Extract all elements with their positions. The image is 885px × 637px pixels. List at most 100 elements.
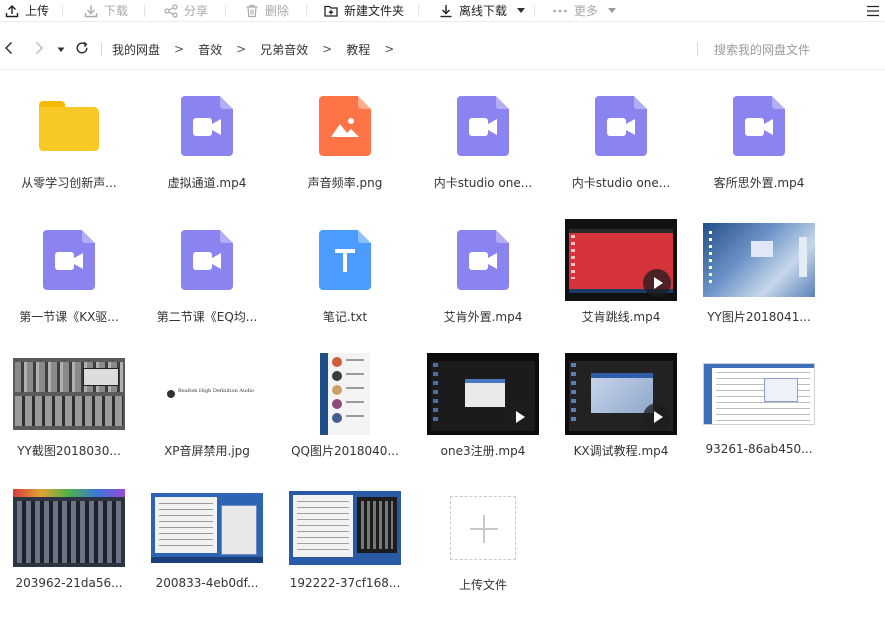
file-item-image[interactable]: 200833-4eb0df...: [138, 482, 276, 612]
image-thumbnail: [151, 493, 263, 563]
refresh-button[interactable]: [74, 41, 90, 57]
breadcrumb-separator: >: [236, 42, 247, 56]
file-name: 内卡studio one...: [571, 176, 671, 190]
share-button[interactable]: 分享: [164, 0, 208, 22]
file-name: 192222-37cf168...: [289, 576, 401, 590]
folder-icon: [39, 101, 99, 151]
image-file-icon: [319, 96, 371, 156]
offline-download-label: 离线下载: [459, 4, 508, 18]
file-name: 艾肯外置.mp4: [443, 310, 523, 324]
nav-divider: [101, 42, 102, 56]
toolbar-divider: [62, 5, 63, 17]
file-item-image[interactable]: YY截图2018030...: [0, 348, 138, 478]
file-item-video[interactable]: KX调试教程.mp4: [552, 348, 690, 478]
download-button[interactable]: 下载: [84, 0, 128, 22]
offline-download-button[interactable]: 离线下载: [439, 0, 526, 22]
breadcrumb-separator: >: [384, 42, 395, 56]
delete-button[interactable]: 删除: [245, 0, 289, 22]
toolbar: 上传 下载 分享 删除 新建文件夹 离线下载 更多: [0, 0, 885, 22]
breadcrumb-item[interactable]: 音效: [198, 41, 222, 58]
file-name: QQ图片2018040...: [291, 444, 399, 458]
breadcrumb-separator: >: [322, 42, 333, 56]
upload-button[interactable]: 上传: [5, 0, 49, 22]
share-icon: [164, 3, 178, 18]
more-button[interactable]: 更多: [552, 0, 617, 22]
new-folder-icon: [324, 4, 338, 18]
history-dropdown[interactable]: [56, 44, 66, 54]
file-item-video[interactable]: 客所思外置.mp4: [690, 80, 828, 210]
download-icon: [84, 4, 98, 18]
file-name: XP音屏禁用.jpg: [164, 444, 250, 458]
video-file-icon: [43, 230, 95, 290]
file-item-image[interactable]: 93261-86ab450...: [690, 348, 828, 478]
search-input[interactable]: 搜索我的网盘文件: [714, 41, 810, 58]
file-name: 93261-86ab450...: [705, 442, 813, 456]
video-file-icon: [457, 230, 509, 290]
image-thumbnail: [289, 491, 401, 565]
file-item-video[interactable]: 内卡studio one...: [552, 80, 690, 210]
video-file-icon: [733, 96, 785, 156]
breadcrumb-item[interactable]: 兄弟音效: [260, 41, 308, 58]
delete-label: 删除: [265, 4, 290, 18]
breadcrumb-separator: >: [174, 42, 185, 56]
refresh-icon: [75, 41, 89, 58]
file-item-video[interactable]: 第二节课《EQ均...: [138, 214, 276, 344]
file-name: 200833-4eb0df...: [155, 576, 259, 590]
file-item-image[interactable]: 203962-21da56...: [0, 482, 138, 612]
toolbar-divider: [306, 5, 307, 17]
more-label: 更多: [574, 4, 599, 18]
chevron-right-icon: [34, 41, 44, 58]
breadcrumb: 我的网盘 > 音效 > 兄弟音效 > 教程 >: [112, 28, 408, 70]
new-folder-button[interactable]: 新建文件夹: [324, 0, 404, 22]
chevron-left-icon: [4, 41, 14, 58]
file-item-video[interactable]: 内卡studio one...: [414, 80, 552, 210]
video-file-icon: [181, 96, 233, 156]
file-name: 第一节课《KX驱...: [19, 310, 119, 324]
file-item-image[interactable]: 声音频率.png: [276, 80, 414, 210]
file-item-video[interactable]: 艾肯外置.mp4: [414, 214, 552, 344]
upload-icon: [5, 4, 19, 18]
download-icon: [439, 4, 453, 18]
forward-button[interactable]: [32, 41, 46, 57]
breadcrumb-item[interactable]: 我的网盘: [112, 41, 160, 58]
video-thumbnail: [565, 353, 677, 435]
file-item-image[interactable]: Realtek High Definition Audio XP音屏禁用.jpg: [138, 348, 276, 478]
share-label: 分享: [184, 4, 209, 18]
image-thumbnail: [320, 353, 370, 435]
file-name: 第二节课《EQ均...: [156, 310, 258, 324]
image-thumbnail: [703, 363, 815, 425]
file-name: 内卡studio one...: [433, 176, 533, 190]
file-name: 203962-21da56...: [15, 576, 123, 590]
upload-file-label: 上传文件: [458, 578, 507, 592]
file-name: 艾肯跳线.mp4: [581, 310, 661, 324]
navigation-bar: 我的网盘 > 音效 > 兄弟音效 > 教程 > 搜索我的网盘文件: [0, 28, 885, 70]
file-item-video[interactable]: one3注册.mp4: [414, 348, 552, 478]
file-item-image[interactable]: YY图片2018041...: [690, 214, 828, 344]
chevron-down-icon: [517, 8, 526, 13]
file-name: KX调试教程.mp4: [573, 444, 669, 458]
file-item-video[interactable]: 第一节课《KX驱...: [0, 214, 138, 344]
file-item-video[interactable]: 艾肯跳线.mp4: [552, 214, 690, 344]
file-item-folder[interactable]: 从零学习创新声...: [0, 80, 138, 210]
image-thumbnail: Realtek High Definition Audio: [151, 376, 263, 412]
list-view-button[interactable]: [866, 4, 880, 21]
chevron-down-icon: [608, 8, 617, 13]
file-name: YY图片2018041...: [707, 310, 811, 324]
video-file-icon: [457, 96, 509, 156]
play-icon: [643, 403, 671, 431]
file-item-image[interactable]: 192222-37cf168...: [276, 482, 414, 612]
search-divider: [697, 42, 698, 56]
list-view-icon: [866, 5, 880, 21]
upload-file-tile[interactable]: 上传文件: [414, 482, 552, 612]
new-folder-label: 新建文件夹: [344, 4, 405, 18]
back-button[interactable]: [2, 41, 16, 57]
file-name: 笔记.txt: [322, 310, 368, 324]
file-item-image[interactable]: QQ图片2018040...: [276, 348, 414, 478]
breadcrumb-item[interactable]: 教程: [346, 41, 370, 58]
video-file-icon: [595, 96, 647, 156]
toolbar-divider: [534, 5, 535, 17]
file-item-video[interactable]: 虚拟通道.mp4: [138, 80, 276, 210]
file-item-text[interactable]: 笔记.txt: [276, 214, 414, 344]
toolbar-divider: [225, 5, 226, 17]
file-name: 从零学习创新声...: [21, 176, 117, 190]
